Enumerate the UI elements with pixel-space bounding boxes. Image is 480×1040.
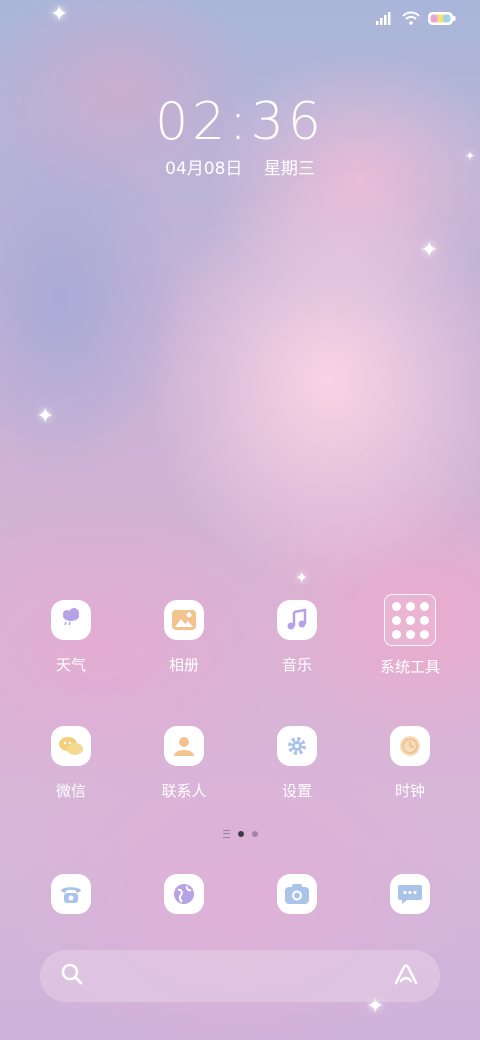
app-wechat[interactable]: 微信 [21,726,121,801]
status-bar [376,10,456,29]
wifi-icon [402,10,420,29]
browser-icon [164,874,204,914]
camera-icon [277,874,317,914]
app-weather[interactable]: 天气 [21,600,121,675]
sparkle-icon: ✦ [295,568,309,587]
app-label: 联系人 [161,782,207,800]
page-indicator[interactable] [0,830,480,838]
app-clock[interactable]: 时钟 [360,726,460,801]
clock-time[interactable]: 02:36 [0,92,480,152]
weekday-label: 星期三 [263,159,315,179]
dock-camera[interactable] [247,874,347,914]
settings-gear-icon [277,726,317,766]
app-settings[interactable]: 设置 [247,726,347,801]
app-label: 时钟 [394,782,425,800]
app-label: 音乐 [281,656,312,674]
sparkle-icon: ✦ [50,2,69,27]
page-dot [251,831,258,837]
app-label: 微信 [55,782,86,800]
dock-phone[interactable] [21,874,121,914]
search-bar[interactable] [40,950,440,1002]
app-label: 天气 [55,656,86,674]
assistant-icon[interactable] [392,962,420,990]
sparkle-icon: ✦ [36,404,55,429]
app-label: 系统工具 [379,658,440,676]
date-label: 04月08日 [165,159,243,179]
messages-icon [390,874,430,914]
page-list-icon [222,830,230,838]
search-icon[interactable] [60,962,84,990]
wechat-icon [51,726,91,766]
signal-bars-icon [376,10,394,29]
folder-grid-icon [384,594,436,646]
weather-icon [51,600,91,640]
phone-icon [51,874,91,914]
app-music[interactable]: 音乐 [247,600,347,675]
app-label: 相册 [168,656,199,674]
clock-icon [390,726,430,766]
page-dot-active [237,831,244,837]
app-contacts[interactable]: 联系人 [134,726,234,801]
battery-icon [428,10,456,29]
dock-messages[interactable] [360,874,460,914]
dock-browser[interactable] [134,874,234,914]
clock-date[interactable]: 04月08日 星期三 [0,154,480,179]
app-gallery[interactable]: 相册 [134,600,234,675]
sparkle-icon: ✦ [420,238,439,263]
contacts-icon [164,726,204,766]
folder-system-tools[interactable]: 系统工具 [360,594,460,677]
music-icon [277,600,317,640]
gallery-icon [164,600,204,640]
app-label: 设置 [281,782,312,800]
